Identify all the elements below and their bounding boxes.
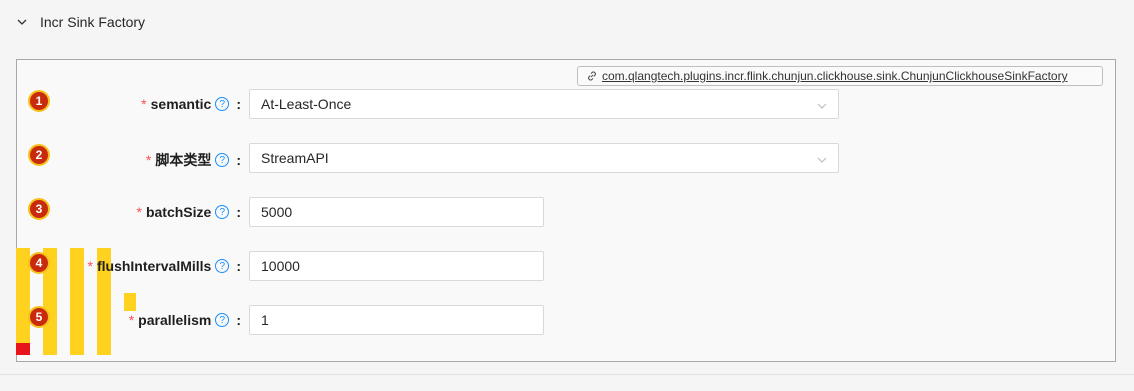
script-type-select[interactable]: StreamAPI [249,143,839,173]
label-text: semantic [150,96,212,112]
semantic-select[interactable]: At-Least-Once [249,89,839,119]
label-colon: : [236,204,241,220]
field-label-semantic: * semantic ? : [141,96,241,112]
parallelism-input[interactable]: 1 [249,305,544,335]
plugin-class-link[interactable]: com.qlangtech.plugins.incr.flink.chunjun… [577,66,1103,86]
required-mark: * [136,204,142,220]
marker-bar [124,293,136,311]
label-text: 脚本类型 [155,152,212,168]
panel-header[interactable]: Incr Sink Factory [0,0,1134,46]
label-colon: : [236,152,241,168]
plugin-class-name[interactable]: com.qlangtech.plugins.incr.flink.chunjun… [602,69,1068,83]
flush-interval-input[interactable]: 10000 [249,251,544,281]
question-circle-icon[interactable]: ? [215,97,230,111]
required-mark: * [128,312,135,328]
step-badge: 3 [28,198,50,220]
field-label-parallelism: * parallelism ? : [129,312,241,328]
batch-size-input[interactable]: 5000 [249,197,544,227]
select-value: StreamAPI [261,150,329,166]
chevron-down-icon [816,153,828,165]
chevron-down-icon [816,99,828,111]
required-mark: * [87,258,93,274]
field-label-script-type: * 脚本类型 ? : [146,150,241,170]
divider [0,374,1134,375]
step-badge: 5 [28,306,50,328]
label-colon: : [236,258,241,274]
link-icon [586,70,598,82]
label-text: batchSize [145,204,212,220]
question-circle-icon[interactable]: ? [215,205,230,219]
select-value: At-Least-Once [261,96,352,112]
chevron-down-icon[interactable] [16,16,28,28]
field-label-batch-size: * batchSize ? : [137,204,241,220]
required-mark: * [141,96,147,112]
field-label-flush-interval: * flushIntervalMills ? : [88,258,241,274]
marker-red [16,343,30,355]
label-colon: : [236,96,241,112]
panel-title: Incr Sink Factory [40,14,146,30]
label-colon: : [236,312,241,328]
question-circle-icon[interactable]: ? [215,313,230,327]
question-circle-icon[interactable]: ? [215,259,230,273]
step-badge: 2 [28,144,50,166]
marker-bar [70,248,84,355]
label-text: flushIntervalMills [96,258,212,274]
required-mark: * [145,152,152,168]
step-badge: 1 [28,90,50,112]
step-badge: 4 [28,252,50,274]
label-text: parallelism [138,312,212,328]
question-circle-icon[interactable]: ? [215,153,230,167]
